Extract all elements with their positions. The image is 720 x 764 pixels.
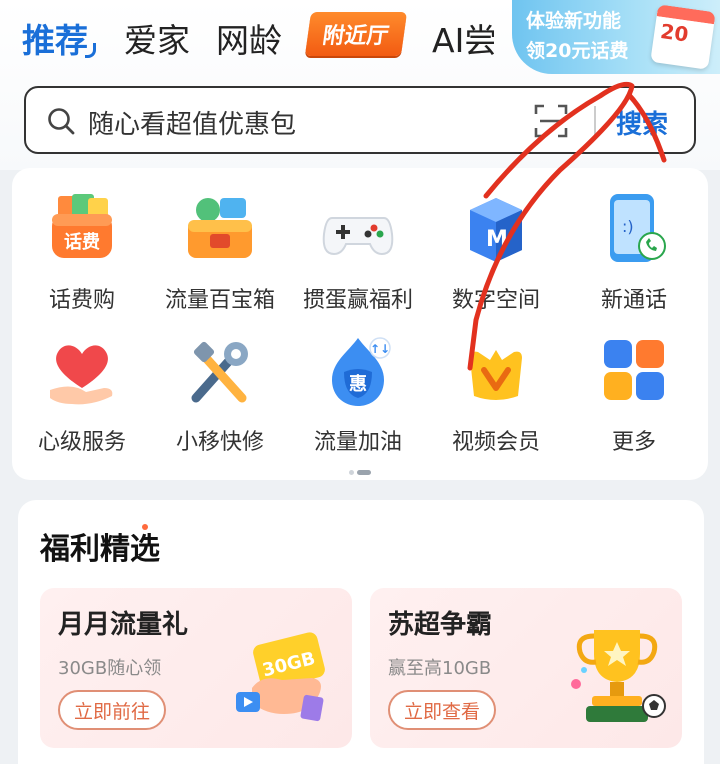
gamepad-icon [322,217,394,256]
svg-text:M: M [486,227,508,252]
data-gift-hand-icon: 30GB [236,632,325,722]
grid-item-label: 新通话 [600,288,667,313]
go-now-button[interactable]: 立即前往 [58,690,166,730]
grid-item-label: 流量加油 [313,430,402,455]
data-boost-icon: 惠 ↑↓ [332,337,391,406]
search-divider [594,106,596,136]
grid-item-guandan[interactable]: 掼蛋赢福利 [288,190,428,314]
grid-item-quick-repair[interactable]: 小移快修 [150,332,290,456]
grid-item-phone-bill[interactable]: 话费 话费购 [12,190,152,314]
promo-banner[interactable]: 体验新功能 领20元话费 20 [512,0,720,74]
phone-bill-bag-icon: 话费 [52,194,112,258]
svg-text:↑↓: ↑↓ [370,342,390,356]
grid-item-label: 更多 [611,430,656,455]
search-input[interactable]: 随心看超值优惠包 [88,104,296,141]
view-now-button[interactable]: 立即查看 [388,690,496,730]
tab-ai[interactable]: AI尝 [432,14,494,62]
digital-space-icon: M [470,198,522,262]
grid-item-label: 数字空间 [451,288,540,313]
promo-line2: 领20元话费 [526,40,629,62]
search-button[interactable]: 搜索 [616,104,668,141]
card-subtitle: 30GB随心领 [58,658,162,679]
section-title: 福利精选 [40,524,160,568]
benefits-section: 福利精选 月月流量礼 30GB随心领 立即前往 30GB 苏超争霸 赢至高10G… [18,500,704,764]
grid-item-label: 心级服务 [37,430,126,455]
search-bar[interactable]: 随心看超值优惠包 搜索 [24,86,696,154]
repair-tools-icon [191,341,248,403]
calendar-icon: 20 [650,4,716,70]
calendar-text: 20 [658,18,690,47]
service-grid: 话费 话费购 流量百宝箱 掼蛋赢福利 M 数字空间:) 新通话 心级服务 小移… [12,168,708,480]
tab-recommend[interactable]: 推荐 [22,14,96,62]
scan-icon[interactable] [534,104,568,138]
tab-nearby-hall[interactable]: 附近厅 [304,12,408,56]
benefit-card-monthly-data[interactable]: 月月流量礼 30GB随心领 立即前往 30GB [40,588,352,748]
video-vip-icon [470,350,522,400]
svg-text:话费: 话费 [64,231,100,253]
heart-hand-icon [50,345,113,405]
grid-item-data-refuel[interactable]: 惠 ↑↓ 流量加油 [288,332,428,456]
grid-item-video-vip[interactable]: 视频会员 [426,332,566,456]
promo-line1: 体验新功能 [526,10,622,32]
grid-item-label: 话费购 [48,288,115,313]
svg-text::): :) [622,217,634,236]
card-subtitle: 赢至高10GB [388,658,492,679]
card-title: 苏超争霸 [388,610,493,640]
grid-item-label: 小移快修 [175,430,264,455]
page-indicator [349,460,374,479]
grid-item-more[interactable]: 更多 [564,332,704,456]
grid-item-heart-service[interactable]: 心级服务 [12,332,152,456]
trophy-icon [571,630,666,722]
search-icon [48,108,75,135]
svg-text:惠: 惠 [349,374,367,395]
tab-tenure[interactable]: 网龄 [216,14,282,62]
grid-item-digital-space[interactable]: M 数字空间 [426,190,566,314]
card-title: 月月流量礼 [58,610,189,640]
grid-item-label: 流量百宝箱 [164,288,275,313]
grid-item-data-box[interactable]: 流量百宝箱 [150,190,290,314]
top-header: 推荐 爱家 网龄 附近厅 AI尝 体验新功能 领20元话费 20 随心看超值优惠… [0,0,720,170]
grid-item-label: 视频会员 [451,430,540,455]
grid-item-new-call[interactable]: :) 新通话 [564,190,704,314]
grid-item-label: 掼蛋赢福利 [302,288,413,313]
benefit-card-su-league[interactable]: 苏超争霸 赢至高10GB 立即查看 [370,588,682,748]
more-grid-icon [604,340,664,400]
tab-home[interactable]: 爱家 [124,14,190,62]
treasure-box-icon [188,198,252,258]
new-call-icon: :) [610,194,666,262]
